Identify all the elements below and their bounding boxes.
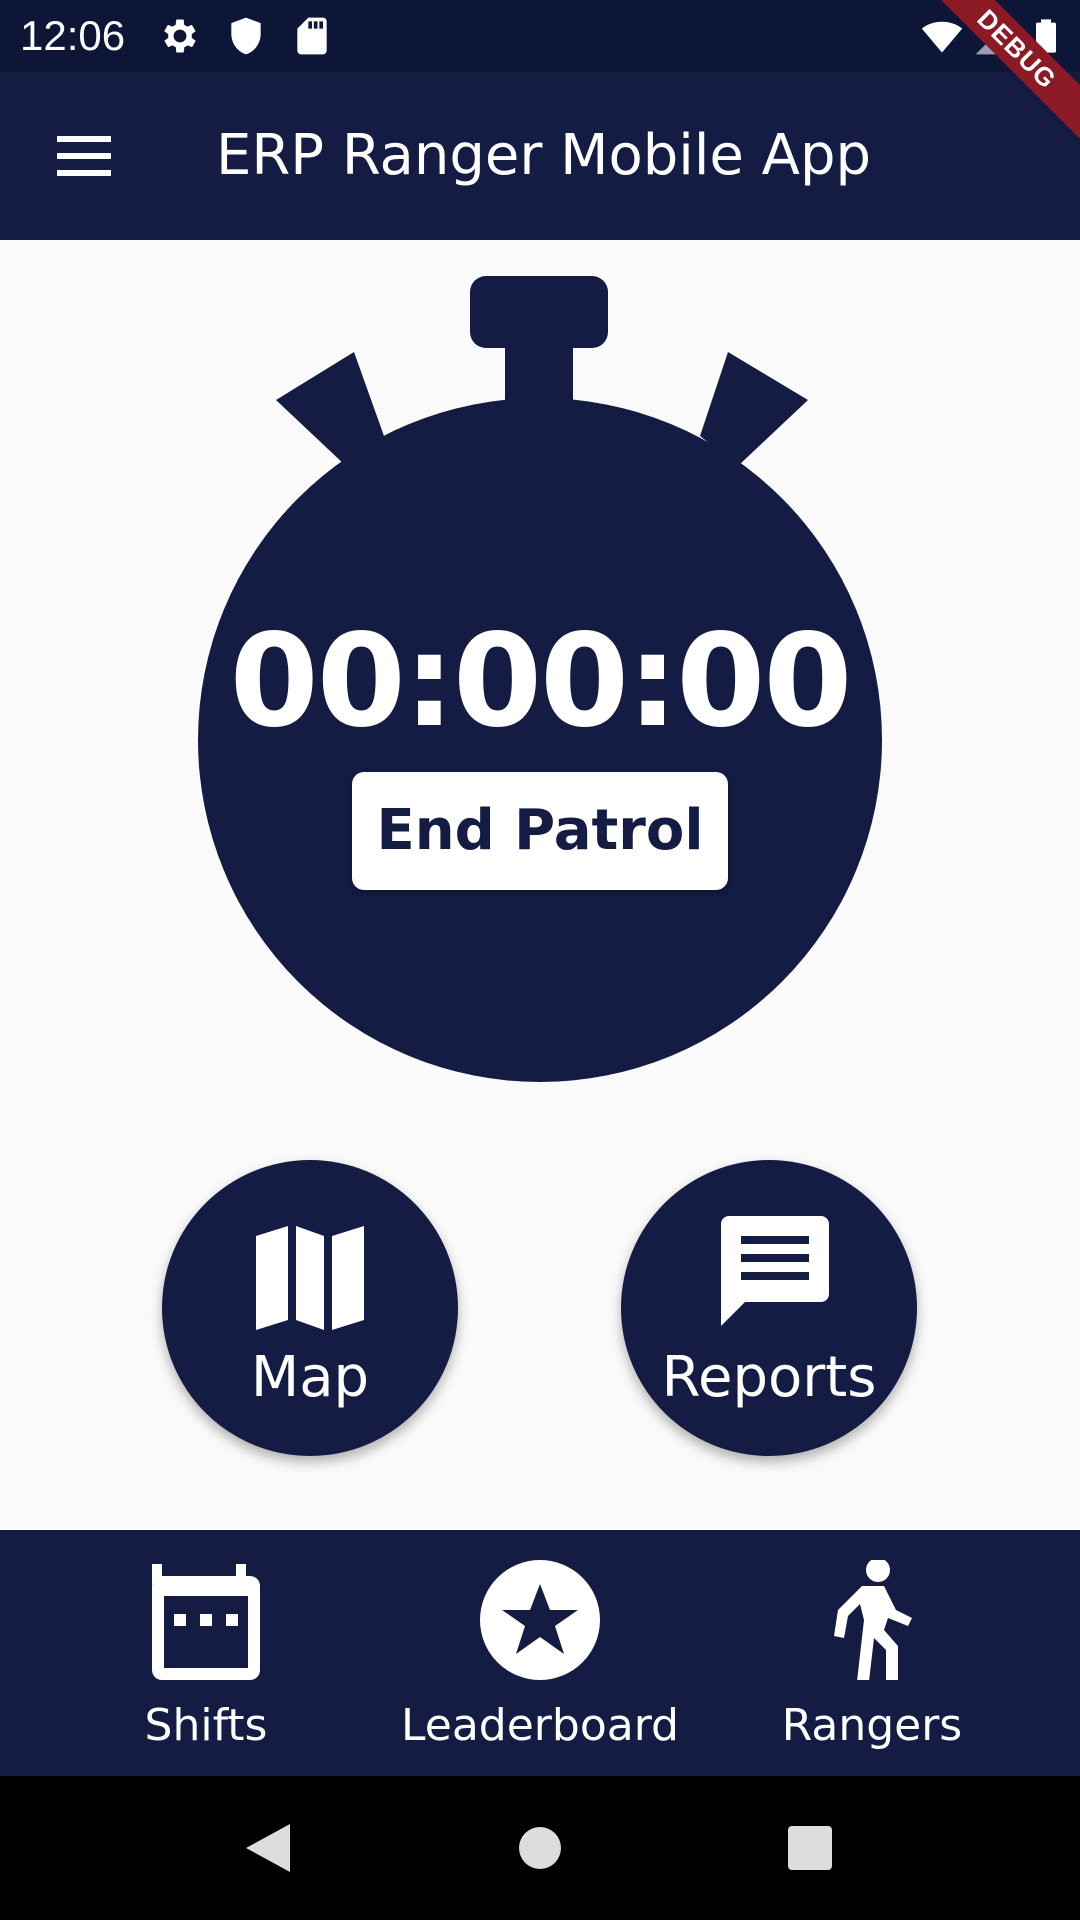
nav-label-rangers: Rangers: [781, 1700, 963, 1751]
map-button[interactable]: Map: [162, 1160, 458, 1456]
status-time: 12:06: [20, 12, 126, 59]
map-label: Map: [250, 1345, 370, 1410]
star-circle-icon: [480, 1560, 600, 1680]
walking-person-icon: [812, 1560, 932, 1680]
recents-button[interactable]: [768, 1806, 852, 1890]
end-patrol-button[interactable]: End Patrol: [352, 772, 728, 890]
timer-display: 00:00:00: [229, 607, 853, 756]
nav-label-leaderboard: Leaderboard: [401, 1700, 679, 1751]
reports-label: Reports: [661, 1345, 877, 1410]
shield-icon: [224, 14, 268, 58]
nav-item-rangers[interactable]: Rangers: [692, 1530, 1052, 1776]
back-button[interactable]: [226, 1806, 310, 1890]
system-nav-bar: [0, 1776, 1080, 1920]
calendar-icon: [146, 1560, 266, 1680]
chat-icon: [705, 1208, 833, 1336]
menu-button[interactable]: [40, 112, 128, 200]
nav-label-shifts: Shifts: [144, 1700, 268, 1751]
app-bar: ERP Ranger Mobile App: [0, 72, 1080, 240]
settings-icon: [158, 14, 202, 58]
nav-item-leaderboard[interactable]: Leaderboard: [360, 1530, 720, 1776]
reports-button[interactable]: Reports: [621, 1160, 917, 1456]
status-bar: 12:06: [0, 0, 1080, 72]
sd-card-icon: [290, 14, 334, 58]
app-title: ERP Ranger Mobile App: [216, 123, 872, 188]
recents-square-icon: [788, 1826, 832, 1870]
menu-icon: [57, 136, 111, 176]
map-icon: [246, 1208, 374, 1336]
back-triangle-icon: [246, 1824, 290, 1872]
home-circle-icon: [519, 1827, 561, 1869]
bottom-nav: Shifts Leaderboard Rangers: [0, 1530, 1080, 1776]
home-button[interactable]: [498, 1806, 582, 1890]
wifi-icon: [920, 14, 964, 58]
nav-item-shifts[interactable]: Shifts: [26, 1530, 386, 1776]
